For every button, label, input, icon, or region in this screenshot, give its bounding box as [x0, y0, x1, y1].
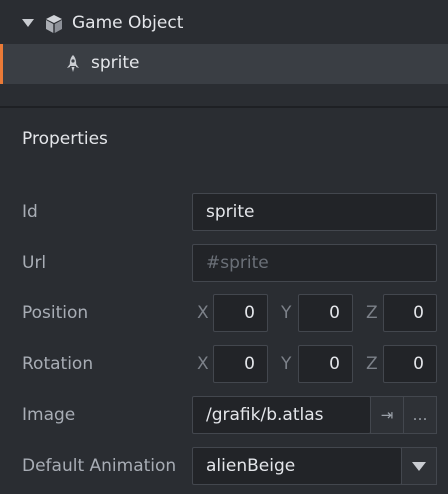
tree-item-game-object[interactable]: Game Object	[0, 4, 448, 44]
position-x-label: X	[197, 303, 209, 323]
goto-resource-icon: ⇥	[380, 406, 394, 424]
url-label: Url	[22, 253, 47, 273]
image-field[interactable]: /grafik/b.atlas	[192, 396, 371, 434]
tree-item-label: Game Object	[72, 13, 184, 33]
position-z-input[interactable]: 0	[383, 294, 437, 332]
url-field[interactable]: #sprite	[192, 244, 437, 282]
position-y-label: Y	[281, 303, 292, 323]
default-animation-label: Default Animation	[22, 456, 177, 476]
id-label: Id	[22, 202, 38, 222]
goto-resource-button[interactable]: ⇥	[370, 396, 404, 434]
selection-indicator	[0, 44, 3, 84]
position-label: Position	[22, 303, 89, 323]
rotation-x-label: X	[197, 354, 209, 374]
image-label: Image	[22, 405, 76, 425]
rotation-z-label: Z	[366, 354, 378, 374]
default-animation-select[interactable]: alienBeige	[192, 447, 402, 485]
position-z-label: Z	[366, 303, 378, 323]
outline-panel: Game Object sprite	[0, 0, 448, 108]
default-animation-dropdown-button[interactable]	[401, 447, 437, 485]
position-x-input[interactable]: 0	[213, 294, 268, 332]
rotation-y-input[interactable]: 0	[298, 345, 353, 383]
browse-button[interactable]: …	[403, 396, 437, 434]
sprite-rocket-icon	[67, 55, 79, 72]
collapse-caret-icon[interactable]	[22, 19, 34, 27]
position-y-input[interactable]: 0	[298, 294, 353, 332]
rotation-label: Rotation	[22, 354, 94, 374]
panel-divider	[0, 106, 448, 108]
tree-item-sprite[interactable]: sprite	[0, 44, 448, 84]
rotation-y-label: Y	[281, 354, 292, 374]
rotation-x-input[interactable]: 0	[213, 345, 268, 383]
properties-title: Properties	[22, 129, 108, 149]
rotation-z-input[interactable]: 0	[383, 345, 437, 383]
dropdown-arrow-icon	[412, 461, 426, 471]
browse-ellipsis-icon: …	[412, 406, 428, 424]
tree-item-label: sprite	[91, 53, 140, 73]
id-field[interactable]: sprite	[192, 193, 437, 231]
game-object-cube-icon	[46, 15, 62, 33]
